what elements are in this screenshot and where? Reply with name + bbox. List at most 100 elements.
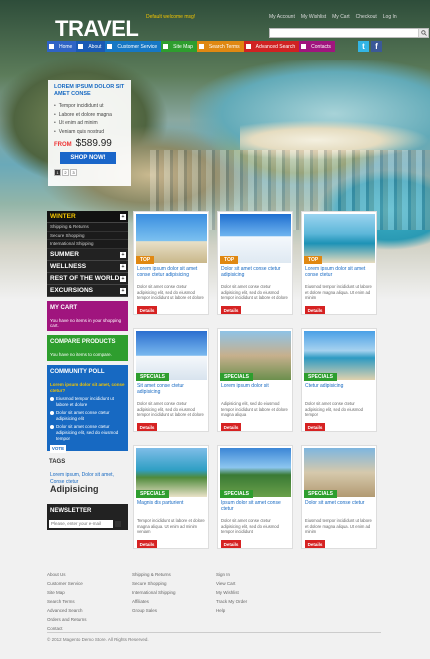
- nav-item-search-terms[interactable]: Search Terms: [196, 41, 244, 52]
- details-button[interactable]: Details: [221, 306, 241, 314]
- footer-link[interactable]: About Us: [47, 570, 87, 579]
- product-title[interactable]: Ctetur adipisicing: [305, 383, 375, 390]
- expand-icon[interactable]: +: [120, 263, 126, 270]
- nav-square-icon: [245, 44, 251, 49]
- footer-link[interactable]: Orders and Returns: [47, 615, 87, 624]
- search-button[interactable]: [418, 29, 428, 37]
- link-log-in[interactable]: Log In: [383, 14, 397, 20]
- footer-link[interactable]: My Wishlist: [216, 588, 247, 597]
- details-button[interactable]: Details: [137, 423, 157, 431]
- pager-page-2[interactable]: 2: [62, 169, 69, 176]
- product-card: SPECIALS Lorem ipsum dolor sit Adipisicing…: [217, 328, 293, 432]
- promo-bullets: Tempor incididunt ut Labore et dolore ma…: [54, 102, 125, 136]
- category-summer[interactable]: SUMMER +: [47, 248, 128, 261]
- compare-box: COMPARE PRODUCTS You have no items to co…: [47, 334, 128, 361]
- nav-label: About: [88, 43, 102, 50]
- footer-divider: [47, 632, 381, 633]
- product-title[interactable]: Dolor sit amet conse ctetur: [305, 500, 375, 507]
- details-button[interactable]: Details: [137, 540, 157, 548]
- expand-icon[interactable]: +: [120, 287, 126, 294]
- details-button[interactable]: Details: [221, 540, 241, 548]
- poll-option[interactable]: Dolor sit amet conse ctetur adipisicing …: [50, 424, 125, 442]
- link-my-account[interactable]: My Account: [269, 14, 295, 20]
- vote-button[interactable]: VOTE: [50, 444, 66, 453]
- product-card: TOP Lorem ipsum dolor sit amet conse ctet…: [133, 211, 209, 315]
- promo-bullet: Tempor incididunt ut: [54, 102, 125, 111]
- nav-item-advanced-search[interactable]: Advanced Search: [243, 41, 300, 52]
- category-wellness[interactable]: WELLNESS +: [47, 260, 128, 273]
- footer-link[interactable]: Sign In: [216, 570, 247, 579]
- footer-link[interactable]: Site Map: [47, 588, 87, 597]
- promo-title: LOREM IPSUM DOLOR SIT AMET CONSE: [54, 84, 125, 97]
- radio-icon[interactable]: [50, 396, 54, 401]
- nav-item-site-map[interactable]: Site Map: [161, 41, 197, 52]
- product-title[interactable]: Dolor sit amet conse ctetur adipisicing: [221, 266, 291, 278]
- category-excursions[interactable]: EXCURSIONS +: [47, 284, 128, 297]
- footer-link[interactable]: International Shipping: [132, 588, 176, 597]
- footer-link[interactable]: Secure Shopping: [132, 579, 176, 588]
- footer-link[interactable]: Group Sales: [132, 606, 176, 615]
- radio-icon[interactable]: [50, 410, 54, 415]
- product-badge: TOP: [136, 256, 155, 264]
- category-label: WELLNESS: [50, 262, 87, 270]
- newsletter-submit-button[interactable]: [115, 520, 121, 527]
- pager-page-3[interactable]: 3: [70, 169, 77, 176]
- details-button[interactable]: Details: [137, 306, 157, 314]
- poll-option-label: Eiusmod tempor incididunt ut labore et d…: [56, 395, 115, 407]
- details-button[interactable]: Details: [305, 306, 325, 314]
- twitter-icon[interactable]: t: [358, 41, 369, 52]
- expand-icon[interactable]: +: [120, 275, 126, 282]
- subcategory-item[interactable]: Secure Shopping: [47, 231, 128, 240]
- details-button[interactable]: Details: [305, 540, 325, 548]
- product-title[interactable]: Sit amet conse ctetur adipisicing: [137, 383, 207, 395]
- product-title[interactable]: Ipsum dolor sit amet conse ctetur: [221, 500, 291, 512]
- product-badge: SPECIALS: [136, 490, 170, 498]
- link-checkout[interactable]: Checkout: [356, 14, 377, 20]
- product-card: SPECIALS Ctetur adipisicing Dolor sit amet…: [301, 328, 377, 432]
- details-button[interactable]: Details: [305, 423, 325, 431]
- newsletter-email-input[interactable]: [49, 519, 113, 528]
- poll-option[interactable]: Eiusmod tempor incididunt ut labore et d…: [50, 396, 125, 408]
- category-winter[interactable]: WINTER +: [47, 211, 128, 223]
- radio-icon[interactable]: [50, 424, 54, 429]
- product-description: Dolor sit amet conse ctetur adipisicing …: [137, 284, 204, 300]
- subcategory-item[interactable]: International Shipping: [47, 240, 128, 249]
- poll-option[interactable]: Dolor sit amet conse ctetur adipisicing …: [50, 410, 125, 422]
- footer-link[interactable]: Track My Order: [216, 597, 247, 606]
- pager-page-1[interactable]: 1: [54, 169, 61, 176]
- nav-item-contacts[interactable]: Contacts: [299, 41, 335, 52]
- footer-link[interactable]: Advanced Search: [47, 606, 87, 615]
- product-badge: SPECIALS: [304, 490, 338, 498]
- footer-link[interactable]: Customer Service: [47, 579, 87, 588]
- welcome-message: Default welcome msg!: [146, 14, 196, 20]
- compare-title: COMPARE PRODUCTS: [47, 334, 128, 349]
- category-rest-of-world[interactable]: REST OF THE WORLD +: [47, 272, 128, 285]
- product-title[interactable]: Lorem ipsum dolor sit amet conse ctetur: [305, 266, 375, 278]
- footer-link[interactable]: Help: [216, 606, 247, 615]
- nav-item-about[interactable]: About: [76, 41, 106, 52]
- facebook-icon[interactable]: f: [371, 41, 382, 52]
- tag-adipisicing[interactable]: Adipisicing: [50, 484, 99, 494]
- newsletter-box: NEWSLETTER: [47, 503, 128, 530]
- footer-link[interactable]: Shipping & Returns: [132, 570, 176, 579]
- product-title[interactable]: Lorem ipsum dolor sit amet conse ctetur …: [137, 266, 207, 278]
- footer-link[interactable]: View Cart: [216, 579, 247, 588]
- nav-item-home[interactable]: Home: [47, 41, 77, 52]
- shop-now-button[interactable]: SHOP NOW!: [60, 152, 116, 164]
- link-my-cart[interactable]: My Cart: [332, 14, 350, 20]
- price-amount: $589.99: [75, 138, 112, 149]
- product-title[interactable]: Lorem ipsum dolor sit: [221, 383, 291, 390]
- expand-icon[interactable]: +: [120, 214, 126, 220]
- expand-icon[interactable]: +: [120, 251, 126, 258]
- link-my-wishlist[interactable]: My Wishlist: [301, 14, 326, 20]
- product-badge: SPECIALS: [220, 490, 254, 498]
- details-button[interactable]: Details: [221, 423, 241, 431]
- footer-link[interactable]: Affiliates: [132, 597, 176, 606]
- product-title[interactable]: Magnis dis parturient: [137, 500, 207, 507]
- nav-item-customer-service[interactable]: Customer Service: [105, 41, 162, 52]
- search-input[interactable]: [269, 28, 429, 38]
- subcategory-item[interactable]: Shipping & Returns: [47, 223, 128, 232]
- product-description: Eiusmod tempor incididunt ut labore et d…: [305, 284, 372, 300]
- footer-link[interactable]: Search Terms: [47, 597, 87, 606]
- logo[interactable]: TRAVEL: [55, 16, 139, 42]
